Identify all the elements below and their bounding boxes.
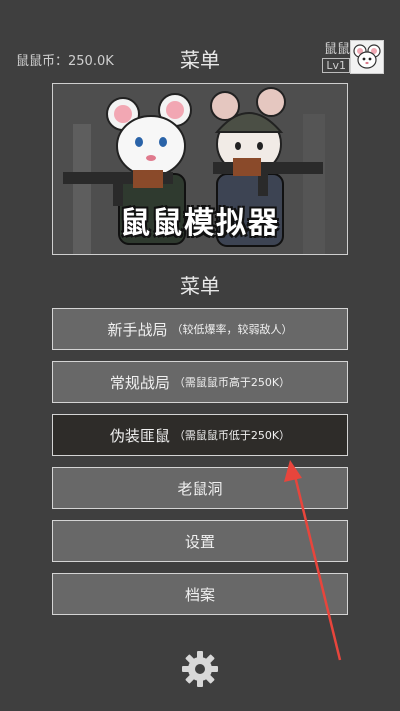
button-label: 常规战局 [109, 373, 170, 392]
game-title: 鼠鼠模拟器 [120, 206, 280, 241]
button-label: 新手战局 [107, 320, 168, 339]
button-note: （需鼠鼠币低于250K） [173, 429, 291, 442]
button-label: 老鼠洞 [177, 479, 223, 498]
mouse-avatar-icon [353, 44, 381, 69]
button-label: 伪装匪鼠 [109, 426, 170, 445]
gear-icon[interactable] [181, 650, 219, 688]
regular-match-button[interactable]: 常规战局 （需鼠鼠币高于250K） [52, 361, 348, 403]
game-banner: 鼠鼠模拟器 [52, 83, 348, 255]
avatar[interactable] [350, 40, 384, 74]
disguise-bandit-button[interactable]: 伪装匪鼠 （需鼠鼠币低于250K） [52, 414, 348, 456]
button-note: （需鼠鼠币高于250K） [173, 376, 291, 389]
level-badge: Lv1 [322, 58, 350, 73]
button-label: 档案 [184, 585, 215, 604]
user-info: 鼠鼠 Lv1 [322, 38, 350, 73]
button-label: 设置 [184, 532, 215, 551]
beginner-match-button[interactable]: 新手战局 （较低爆率，较弱敌人） [52, 308, 348, 350]
annotation-arrow [284, 460, 342, 661]
username: 鼠鼠 [323, 42, 350, 57]
menu-heading: 菜单 [180, 274, 220, 298]
button-note: （较低爆率，较弱敌人） [171, 323, 293, 336]
